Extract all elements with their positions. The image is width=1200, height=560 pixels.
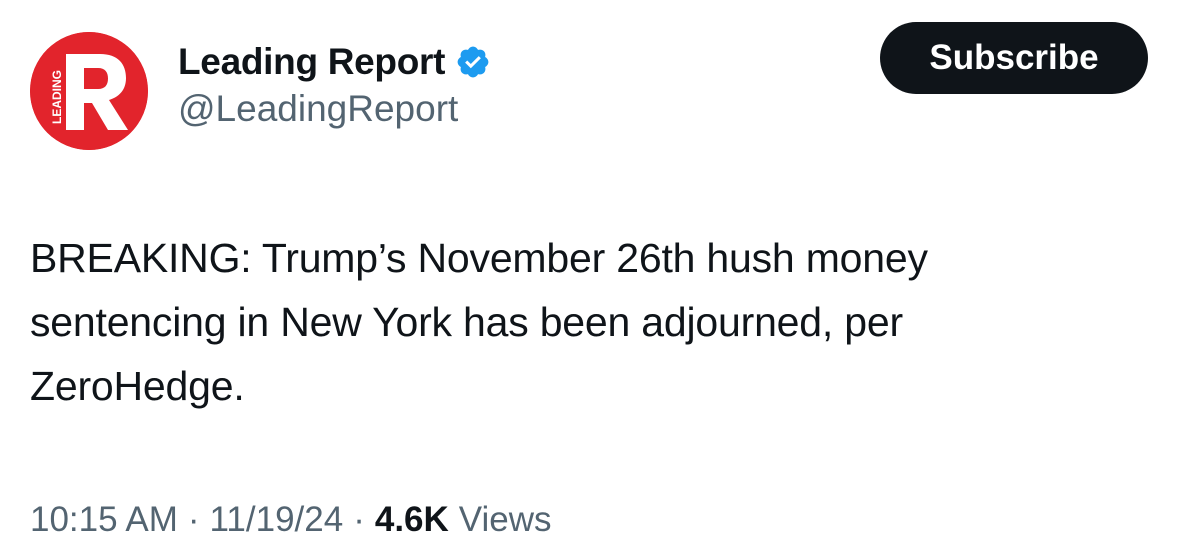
verified-badge-icon[interactable] <box>455 44 491 80</box>
tweet-date[interactable]: 11/19/24 <box>210 500 344 540</box>
tweet-text-line: ZeroHedge. <box>30 363 245 409</box>
avatar-side-text: LEADING <box>50 70 64 124</box>
leading-report-logo: LEADING <box>30 32 148 150</box>
tweet-time[interactable]: 10:15 AM <box>30 500 178 540</box>
views-count[interactable]: 4.6K <box>375 500 449 540</box>
tweet-card: LEADING Leading Report @LeadingReport Su… <box>0 0 1200 560</box>
tweet-text: BREAKING: Trump’s November 26th hush mon… <box>30 226 1170 418</box>
avatar[interactable]: LEADING <box>30 32 148 150</box>
tweet-meta: 10:15 AM · 11/19/24 · 4.6K Views <box>30 500 552 540</box>
meta-separator: · <box>187 500 200 539</box>
author-handle[interactable]: @LeadingReport <box>178 88 458 130</box>
tweet-text-line: sentencing in New York has been adjourne… <box>30 299 903 345</box>
views-label: Views <box>458 500 552 539</box>
subscribe-button[interactable]: Subscribe <box>880 22 1148 94</box>
meta-separator: · <box>353 500 365 539</box>
author-display-name[interactable]: Leading Report <box>178 41 445 83</box>
tweet-text-line: BREAKING: Trump’s November 26th hush mon… <box>30 235 928 281</box>
author-name-row: Leading Report <box>178 40 491 84</box>
